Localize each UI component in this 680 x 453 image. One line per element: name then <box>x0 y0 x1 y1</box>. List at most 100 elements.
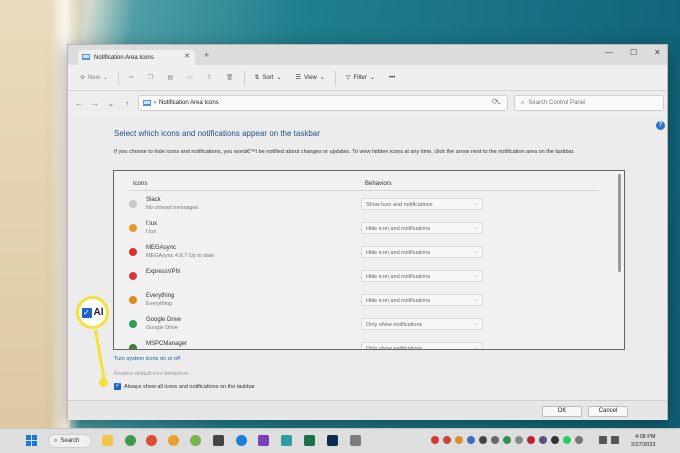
app-icon[interactable] <box>350 435 361 446</box>
chrome-icon[interactable] <box>146 435 157 446</box>
callout-text: Al <box>93 307 104 318</box>
behavior-dropdown[interactable]: Only show notifications ⌄ <box>361 342 483 350</box>
tray-icon[interactable] <box>527 436 535 444</box>
refresh-icon[interactable]: ⟳ <box>492 97 499 106</box>
tray-icon[interactable] <box>443 436 451 444</box>
sort-button[interactable]: ⇅ Sort ⌄ <box>251 70 286 86</box>
forward-arrow-icon[interactable]: → <box>90 99 100 108</box>
behavior-dropdown[interactable]: Hide icon and notifications ⌄ <box>361 222 483 234</box>
paste-icon: ▤ <box>167 75 174 81</box>
filter-button[interactable]: ▽ Filter ⌄ <box>342 70 379 86</box>
tray-icon[interactable] <box>551 436 559 444</box>
callout-pointer-dot <box>99 378 108 387</box>
behavior-dropdown[interactable]: Show icon and notifications ⌄ <box>361 198 483 210</box>
volume-icon[interactable] <box>611 436 619 444</box>
app-name: MSPCManager <box>146 341 188 347</box>
cut-button[interactable]: ✂ <box>125 70 138 86</box>
paste-button[interactable]: ▤ <box>164 70 178 86</box>
view-label: View <box>303 74 317 81</box>
share-button[interactable]: ⇪ <box>203 70 216 86</box>
delete-icon: 🗑 <box>225 75 234 81</box>
callout-checkbox: ✓ <box>81 307 92 318</box>
ok-button[interactable]: OK <box>542 406 582 417</box>
view-button[interactable]: ☰ View ⌄ <box>292 70 329 86</box>
behavior-dropdown[interactable]: Only show notifications ⌄ <box>361 318 483 330</box>
tray-icon[interactable] <box>563 436 571 444</box>
new-tab-button[interactable]: + <box>204 50 209 60</box>
chevron-down-icon: ⌄ <box>473 249 478 255</box>
search-input[interactable]: ⌕ Search Control Panel <box>514 95 664 111</box>
chevron-down-icon: ⌄ <box>369 75 375 81</box>
always-show-checkbox[interactable]: ✓ <box>114 383 121 390</box>
tray-icon[interactable] <box>455 436 463 444</box>
recent-chevron-icon[interactable]: ⌄ <box>106 99 116 108</box>
app-status: MEGAsync 4.8.7 Up to date <box>146 253 215 259</box>
app-icon <box>129 248 137 256</box>
excel-icon[interactable] <box>304 435 315 446</box>
chrome-icon[interactable] <box>168 435 179 446</box>
chevron-down-icon: ⌄ <box>276 75 282 81</box>
clock-date: 2/27/2023 <box>631 442 656 448</box>
list-item: f.lux f.lux Hide icon and notifications ⌄ <box>129 220 599 242</box>
new-button[interactable]: ⊕ New ⌄ <box>76 70 112 86</box>
list-item: MSPCManager Only show notifications ⌄ <box>129 340 599 350</box>
maximize-button[interactable]: ☐ <box>630 48 637 57</box>
start-button[interactable] <box>26 435 38 447</box>
close-button[interactable]: ✕ <box>654 48 661 57</box>
window-tab[interactable]: Notification Area Icons ✕ <box>78 50 195 65</box>
chevron-down-icon: ⌄ <box>473 225 478 231</box>
always-show-label: Always show all icons and notifications … <box>124 383 255 390</box>
behavior-value: Only show notifications <box>366 322 423 328</box>
chevron-down-icon: ⌄ <box>103 75 109 81</box>
tray-icon[interactable] <box>479 436 487 444</box>
help-icon[interactable]: ? <box>656 121 665 130</box>
clock[interactable]: 4:08 PM 2/27/2023 <box>631 433 655 449</box>
tray-icon[interactable] <box>431 436 439 444</box>
address-field[interactable]: › Notification Area Icons ⌄ <box>138 95 508 111</box>
more-options-button[interactable]: ••• <box>385 70 399 86</box>
tab-close-icon[interactable]: ✕ <box>184 52 190 60</box>
system-icons-link[interactable]: Turn system icons on or off <box>114 356 180 362</box>
list-item: Slack No unread messages Show icon and not… <box>129 196 599 218</box>
tray-icon[interactable] <box>539 436 547 444</box>
tray-icon[interactable] <box>491 436 499 444</box>
divider <box>334 70 336 85</box>
always-show-checkbox-row[interactable]: ✓ Always show all icons and notification… <box>114 383 255 390</box>
file-explorer-icon[interactable] <box>102 435 113 446</box>
behavior-dropdown[interactable]: Hide icon and notifications ⌄ <box>361 294 483 306</box>
slack-icon[interactable] <box>190 435 201 446</box>
behavior-dropdown[interactable]: Hide icon and notifications ⌄ <box>361 246 483 258</box>
scrollbar[interactable] <box>618 174 621 272</box>
dialog-footer: OK Cancel <box>68 400 667 420</box>
tray-icon[interactable] <box>467 436 475 444</box>
rename-button[interactable]: ▭ <box>183 70 197 86</box>
chevron-down-icon: ⌄ <box>473 345 478 350</box>
tray-icon[interactable] <box>515 436 523 444</box>
sort-icon: ⇅ <box>254 75 260 81</box>
settings-icon[interactable] <box>213 435 224 446</box>
app-name: MEGAsync <box>146 245 177 251</box>
app-name: Everything <box>146 293 175 299</box>
calculator-icon[interactable] <box>281 435 292 446</box>
minimize-button[interactable]: — <box>605 48 613 57</box>
onenote-icon[interactable] <box>258 435 269 446</box>
behavior-value: Only show notifications <box>366 346 423 350</box>
up-arrow-icon[interactable]: ↑ <box>122 99 132 108</box>
photoshop-icon[interactable] <box>327 435 338 446</box>
behavior-dropdown[interactable]: Hide icon and notifications ⌄ <box>361 270 483 282</box>
back-arrow-icon[interactable]: ← <box>74 99 84 108</box>
cancel-button[interactable]: Cancel <box>588 406 628 417</box>
chevron-down-icon: ⌄ <box>473 201 478 207</box>
taskbar-search[interactable]: ⌕ Search <box>48 434 92 448</box>
tray-icon[interactable] <box>575 436 583 444</box>
icons-list[interactable]: Icons Behaviors Slack No unread messages S… <box>113 170 625 350</box>
tray-icon[interactable] <box>503 436 511 444</box>
wifi-icon[interactable] <box>599 436 607 444</box>
new-icon: ⊕ <box>80 75 86 81</box>
copy-button[interactable]: ❐ <box>144 70 157 86</box>
edge-icon[interactable] <box>236 435 247 446</box>
chrome-icon[interactable] <box>125 435 136 446</box>
chevron-down-icon: ⌄ <box>473 321 478 327</box>
delete-button[interactable]: 🗑 <box>222 70 238 86</box>
restore-defaults-link: Restore default icon behaviors <box>114 371 189 377</box>
